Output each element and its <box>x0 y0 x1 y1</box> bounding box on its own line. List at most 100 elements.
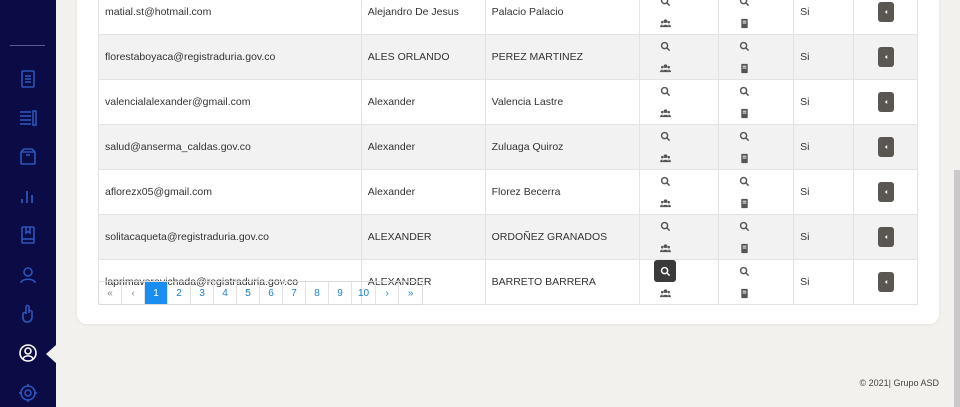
sidebar <box>0 0 56 407</box>
caret-left-button[interactable] <box>877 92 894 112</box>
list-icon[interactable] <box>17 107 39 129</box>
status-cell: Si <box>793 124 855 170</box>
table-row: solitacaqueta@registraduria.gov.co ALEXAN… <box>98 214 918 260</box>
book-icon[interactable] <box>733 192 755 214</box>
search-icon[interactable] <box>733 215 755 237</box>
pagination-page[interactable]: 8 <box>306 282 329 304</box>
actions-cell <box>639 169 720 215</box>
caret-left-button[interactable] <box>877 272 894 292</box>
pagination-page[interactable]: 3 <box>191 282 214 304</box>
actions-cell <box>718 214 795 260</box>
book-icon[interactable] <box>733 102 755 124</box>
caret-left-button[interactable] <box>877 47 894 67</box>
pagination-prev[interactable]: ‹ <box>122 282 145 304</box>
book-icon[interactable] <box>17 224 39 246</box>
email-cell: salud@anserma_caldas.gov.co <box>98 124 362 170</box>
search-icon[interactable] <box>654 125 676 147</box>
row-action-cell <box>853 79 918 125</box>
user-icon[interactable] <box>17 264 39 286</box>
actions-cell <box>639 124 720 170</box>
caret-left-button[interactable] <box>877 2 894 22</box>
actions-cell <box>639 259 720 305</box>
search-icon[interactable] <box>654 260 677 282</box>
users-icon[interactable] <box>654 282 676 304</box>
search-icon[interactable] <box>733 170 755 192</box>
email-cell: florestaboyaca@registraduria.gov.co <box>98 34 362 80</box>
users-icon[interactable] <box>654 12 676 34</box>
search-icon[interactable] <box>733 260 755 282</box>
book-icon[interactable] <box>733 237 755 259</box>
settings-icon[interactable] <box>17 382 39 404</box>
table-row: aflorezx05@gmail.com Alexander Florez Bece… <box>98 169 918 215</box>
lastname-cell: ORDOÑEZ GRANADOS <box>484 214 641 260</box>
status-cell: Si <box>793 0 855 35</box>
actions-cell <box>639 34 720 80</box>
search-icon[interactable] <box>654 0 676 12</box>
name-cell: ALEXANDER <box>360 214 486 260</box>
users-icon[interactable] <box>654 192 676 214</box>
row-action-cell <box>853 214 918 260</box>
search-icon[interactable] <box>733 125 755 147</box>
search-icon[interactable] <box>654 170 676 192</box>
pagination-last[interactable]: » <box>399 282 422 304</box>
search-icon[interactable] <box>654 35 676 57</box>
lastname-cell: PEREZ MARTINEZ <box>484 34 641 80</box>
pagination-page[interactable]: 2 <box>168 282 191 304</box>
book-icon[interactable] <box>733 282 755 304</box>
actions-cell <box>718 169 795 215</box>
name-cell: Alexander <box>360 169 486 215</box>
scrollbar[interactable] <box>954 170 960 407</box>
pagination-page[interactable]: 7 <box>283 282 306 304</box>
pagination-page[interactable]: 4 <box>214 282 237 304</box>
caret-left-button[interactable] <box>877 227 894 247</box>
search-icon[interactable] <box>654 80 676 102</box>
pagination-page[interactable]: 9 <box>329 282 352 304</box>
document-icon[interactable] <box>17 68 39 90</box>
book-icon[interactable] <box>733 147 755 169</box>
status-cell: Si <box>793 259 855 305</box>
users-icon[interactable] <box>654 102 676 124</box>
actions-cell <box>718 34 795 80</box>
footer-copyright: © 2021| Grupo ASD <box>859 378 939 388</box>
status-cell: Si <box>793 79 855 125</box>
name-cell: ALES ORLANDO <box>360 34 486 80</box>
book-icon[interactable] <box>733 57 755 79</box>
name-cell: Alexander <box>360 79 486 125</box>
users-icon[interactable] <box>654 147 676 169</box>
table-row: valencialalexander@gmail.com Alexander Val… <box>98 79 918 125</box>
search-icon[interactable] <box>733 35 755 57</box>
search-icon[interactable] <box>654 215 676 237</box>
bar-chart-icon[interactable] <box>17 185 39 207</box>
caret-left-button[interactable] <box>877 182 894 202</box>
users-icon[interactable] <box>654 237 676 259</box>
pagination-page[interactable]: 1 <box>145 282 168 304</box>
actions-cell <box>639 214 720 260</box>
pagination-first[interactable]: « <box>99 282 122 304</box>
book-icon[interactable] <box>733 12 755 34</box>
actions-cell <box>639 79 720 125</box>
name-cell: Alexander <box>360 124 486 170</box>
lastname-cell: Zuluaga Quiroz <box>484 124 641 170</box>
status-cell: Si <box>793 34 855 80</box>
row-action-cell <box>853 34 918 80</box>
pagination-page[interactable]: 5 <box>237 282 260 304</box>
actions-cell <box>718 79 795 125</box>
actions-cell <box>718 259 795 305</box>
search-icon[interactable] <box>733 80 755 102</box>
pagination-page[interactable]: 10 <box>352 282 377 304</box>
sidebar-divider <box>10 45 45 46</box>
actions-cell <box>718 124 795 170</box>
search-icon[interactable] <box>733 0 755 12</box>
row-action-cell <box>853 169 918 215</box>
caret-left-button[interactable] <box>877 137 894 157</box>
row-action-cell <box>853 0 918 35</box>
box-icon[interactable] <box>17 146 39 168</box>
lastname-cell: BARRETO BARRERA <box>484 259 641 305</box>
name-cell: Alejandro De Jesus <box>360 0 486 35</box>
hand-icon[interactable] <box>17 303 39 325</box>
users-icon[interactable] <box>654 57 676 79</box>
pagination-next[interactable]: › <box>376 282 400 304</box>
user-circle-icon[interactable] <box>17 342 39 364</box>
pagination-page[interactable]: 6 <box>260 282 283 304</box>
email-cell: valencialalexander@gmail.com <box>98 79 362 125</box>
